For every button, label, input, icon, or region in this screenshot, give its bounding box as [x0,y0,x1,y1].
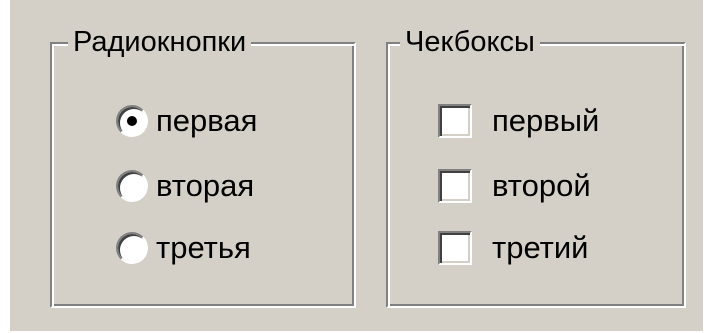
checkbox-option-label: второй [492,168,591,203]
dialog-panel: Радиокнопки первая вторая третья Чекбокс… [10,0,703,331]
checkbox-group-box: Чекбоксы первый второй третий [386,20,686,308]
checkbox-icon[interactable] [438,231,472,265]
radio-group-box: Радиокнопки первая вторая третья [50,20,356,308]
radio-option-first[interactable]: первая [116,99,257,143]
checkbox-option-third[interactable]: третий [438,226,588,270]
radio-option-label: третья [156,230,251,265]
radio-option-label: вторая [156,168,255,203]
checkbox-option-label: первый [492,103,600,138]
radio-group-title: Радиокнопки [68,20,252,64]
radio-button-icon[interactable] [116,232,148,264]
radio-option-second[interactable]: вторая [116,164,254,208]
radio-option-label: первая [156,103,258,138]
radio-button-icon[interactable] [116,170,148,202]
checkbox-option-second[interactable]: второй [438,164,591,208]
radio-dot-icon [127,116,137,126]
radio-option-third[interactable]: третья [116,226,251,270]
checkbox-option-label: третий [492,230,589,265]
checkbox-icon[interactable] [438,104,472,138]
checkbox-group-title: Чекбоксы [400,20,540,64]
checkbox-icon[interactable] [438,169,472,203]
checkbox-option-first[interactable]: первый [438,99,599,143]
radio-button-icon[interactable] [116,105,148,137]
